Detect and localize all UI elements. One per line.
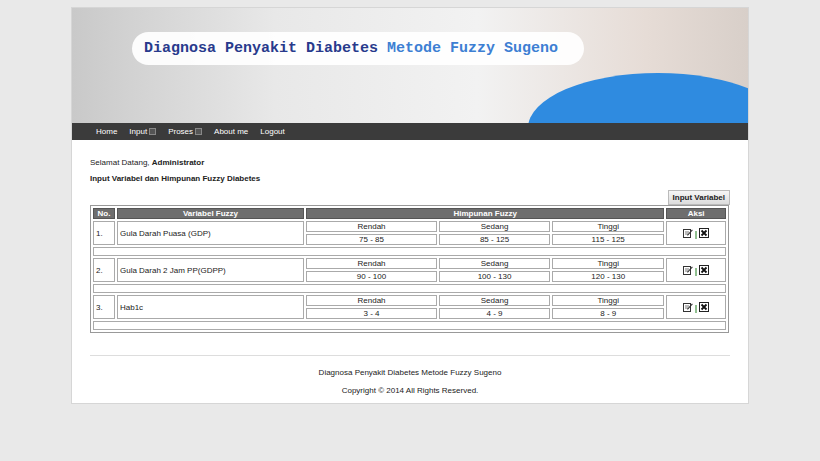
nav-bar: Home Input Proses About me Logout <box>72 123 748 140</box>
table-row: 3.Hab1cRendahSedangTinggi <box>93 295 726 306</box>
delete-icon[interactable] <box>699 228 709 238</box>
spacer-row <box>93 321 726 330</box>
nav-item[interactable]: About me <box>214 127 248 136</box>
actions-cell <box>666 295 726 319</box>
separator <box>695 305 697 313</box>
set-label: Sedang <box>439 295 550 306</box>
set-range: 115 - 125 <box>552 234 664 245</box>
welcome-text: Selamat Datang, Administrator <box>90 158 730 167</box>
site-title: Diagnosa Penyakit Diabetes Metode Fuzzy … <box>132 32 584 65</box>
spacer-row <box>93 284 726 293</box>
delete-icon[interactable] <box>699 302 709 312</box>
page-title: Input Variabel dan Himpunan Fuzzy Diabet… <box>90 174 730 183</box>
set-label: Rendah <box>306 221 437 232</box>
set-label: Tinggi <box>552 221 664 232</box>
spacer-row <box>93 247 726 256</box>
set-range: 75 - 85 <box>306 234 437 245</box>
table-row: 1.Gula Darah Puasa (GDP)RendahSedangTing… <box>93 221 726 232</box>
nav-item[interactable]: Input <box>129 127 156 136</box>
set-label: Tinggi <box>552 295 664 306</box>
set-label: Sedang <box>439 221 550 232</box>
header-banner: Diagnosa Penyakit Diabetes Metode Fuzzy … <box>72 8 748 123</box>
page: Diagnosa Penyakit Diabetes Metode Fuzzy … <box>71 7 749 404</box>
input-variable-button[interactable]: Input Variabel <box>668 190 730 205</box>
variable-name: Gula Darah 2 Jam PP(GDPP) <box>117 258 304 282</box>
table-row: 2.Gula Darah 2 Jam PP(GDPP)RendahSedangT… <box>93 258 726 269</box>
column-header: Variabel Fuzzy <box>117 208 304 219</box>
separator <box>695 231 697 239</box>
nav-item[interactable]: Home <box>96 127 117 136</box>
footer: Diagnosa Penyakit Diabetes Metode Fuzzy … <box>90 355 730 403</box>
set-range: 90 - 100 <box>306 271 437 282</box>
row-number: 1. <box>93 221 115 245</box>
copyright: Copyright © 2014 All Rights Reserved. <box>342 386 479 395</box>
set-range: 100 - 130 <box>439 271 550 282</box>
delete-icon[interactable] <box>699 265 709 275</box>
set-range: 8 - 9 <box>552 308 664 319</box>
row-number: 2. <box>93 258 115 282</box>
footer-title: Diagnosa Penyakit Diabetes Metode Fuzzy … <box>319 368 502 377</box>
set-range: 3 - 4 <box>306 308 437 319</box>
dropdown-icon[interactable] <box>195 128 202 135</box>
fuzzy-table: No.Variabel FuzzyHimpunan FuzzyAksi 1.Gul… <box>90 205 729 333</box>
edit-icon[interactable] <box>683 302 693 312</box>
set-label: Sedang <box>439 258 550 269</box>
set-range: 4 - 9 <box>439 308 550 319</box>
set-range: 85 - 125 <box>439 234 550 245</box>
dropdown-icon[interactable] <box>149 128 156 135</box>
table-row: 3 - 44 - 98 - 9 <box>93 308 726 319</box>
column-header: Himpunan Fuzzy <box>306 208 664 219</box>
separator <box>695 268 697 276</box>
set-label: Rendah <box>306 295 437 306</box>
banner-decoration <box>528 73 748 123</box>
variable-name: Hab1c <box>117 295 304 319</box>
set-range: 120 - 130 <box>552 271 664 282</box>
edit-icon[interactable] <box>683 265 693 275</box>
set-label: Rendah <box>306 258 437 269</box>
variable-name: Gula Darah Puasa (GDP) <box>117 221 304 245</box>
edit-icon[interactable] <box>683 228 693 238</box>
column-header: No. <box>93 208 115 219</box>
set-label: Tinggi <box>552 258 664 269</box>
nav-item[interactable]: Logout <box>260 127 284 136</box>
column-header: Aksi <box>666 208 726 219</box>
row-number: 3. <box>93 295 115 319</box>
actions-cell <box>666 258 726 282</box>
actions-cell <box>666 221 726 245</box>
nav-item[interactable]: Proses <box>168 127 202 136</box>
